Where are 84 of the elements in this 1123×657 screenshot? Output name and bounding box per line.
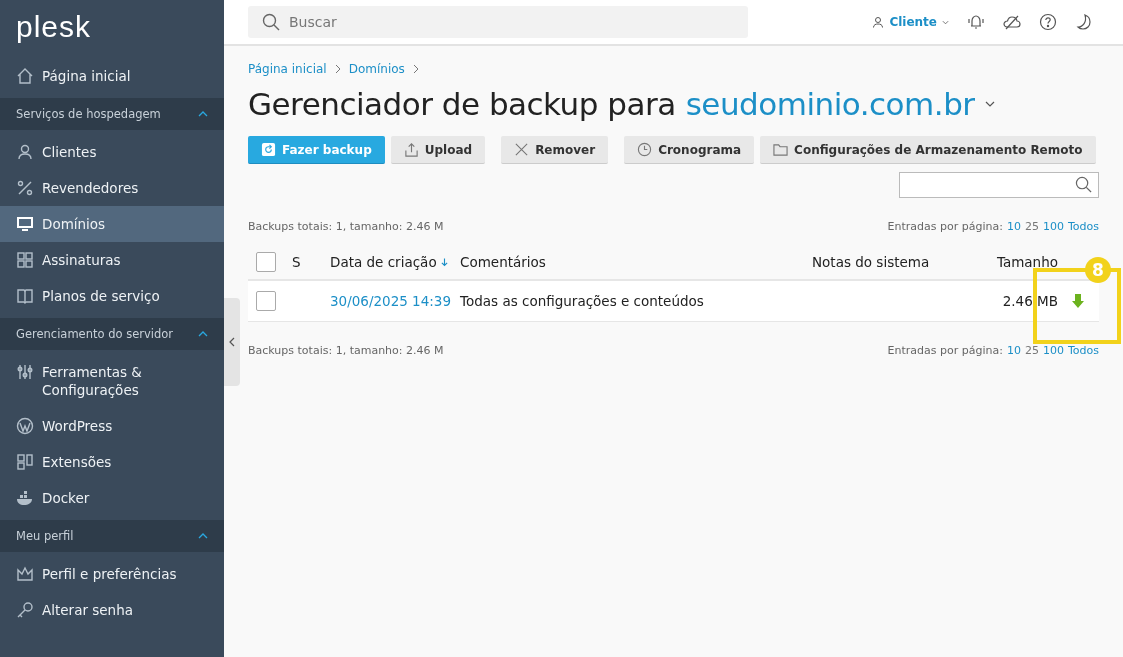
user-icon <box>872 16 885 28</box>
percent-icon <box>16 179 34 197</box>
search-icon <box>1075 176 1092 193</box>
chevron-right-icon <box>334 64 341 74</box>
cloud-icon[interactable] <box>1003 13 1021 31</box>
per-page-option[interactable]: 10 <box>1006 220 1021 233</box>
table-cell: 2.46 MB <box>1002 293 1058 309</box>
search-field[interactable]: Buscar <box>248 6 748 38</box>
user-icon <box>16 143 34 161</box>
clock-icon <box>637 142 653 157</box>
sidebar-item[interactable]: WordPress <box>0 408 224 444</box>
caret-icon <box>942 19 949 25</box>
logo: plesk <box>15 9 93 45</box>
folder-icon <box>773 142 789 157</box>
sidebar-item[interactable]: Revendedores <box>0 170 224 206</box>
blocks-icon <box>16 453 34 471</box>
help-icon[interactable] <box>1039 13 1057 31</box>
refresh-icon <box>261 142 276 157</box>
grid-icon <box>16 251 34 269</box>
toolbar-button[interactable]: Configurações de Armazenamento Remoto <box>760 136 1096 164</box>
per-page-label: Entradas por página: <box>887 220 1003 233</box>
column-header[interactable]: Tamanho <box>996 254 1058 270</box>
home-icon <box>16 67 34 85</box>
sidebar-item[interactable]: Planos de serviço <box>0 278 224 314</box>
column-header[interactable]: Comentários <box>460 254 546 270</box>
column-header[interactable]: Notas do sistema <box>812 254 930 270</box>
sort-arrow-icon <box>440 257 448 267</box>
chevron-icon <box>198 111 208 117</box>
sidebar-item[interactable]: Página inicial <box>0 58 224 94</box>
download-icon[interactable] <box>1071 293 1085 309</box>
sidebar-item[interactable]: Assinaturas <box>0 242 224 278</box>
toolbar-button[interactable]: Remover <box>501 136 609 164</box>
column-header[interactable]: S <box>292 254 301 270</box>
breadcrumb-link[interactable]: Página inicial <box>248 62 327 76</box>
sidebar-item[interactable]: Alterar senha <box>0 592 224 628</box>
sidebar-item[interactable]: Clientes <box>0 134 224 170</box>
per-page-option[interactable]: 100 <box>1042 344 1064 357</box>
chevron-left-icon <box>229 337 235 347</box>
per-page-option[interactable]: Todos <box>1067 344 1099 357</box>
step-badge: 8 <box>1085 257 1111 283</box>
row-checkbox[interactable] <box>256 291 276 311</box>
breadcrumb-link[interactable]: Domínios <box>348 62 405 76</box>
chevron-right-icon <box>412 64 419 74</box>
chevron-icon <box>198 331 208 337</box>
moon-icon[interactable] <box>1075 13 1093 31</box>
backup-summary: Backups totais: 1, tamanho: 2.46 M <box>248 220 444 233</box>
cross-icon <box>514 142 530 157</box>
column-header[interactable]: Data de criação <box>330 254 448 270</box>
crown-icon <box>16 565 34 583</box>
sidebar-collapse-handle[interactable] <box>224 298 240 386</box>
sidebar-item[interactable]: Perfil e preferências <box>0 556 224 592</box>
chevron-icon <box>198 533 208 539</box>
per-page-label: Entradas por página: <box>887 344 1003 357</box>
per-page-option[interactable]: 25 <box>1024 344 1039 357</box>
sidebar-item[interactable]: Ferramentas & Configurações <box>0 354 224 408</box>
toolbar-button[interactable]: Upload <box>390 136 486 164</box>
table-cell: Todas as configurações e conteúdos <box>460 293 704 309</box>
page-title: Gerenciador de backup para <box>248 86 676 122</box>
sidebar-section[interactable]: Meu perfil <box>0 520 224 552</box>
monitor-icon <box>16 215 34 233</box>
per-page-option[interactable]: 10 <box>1006 344 1021 357</box>
sidebar-item[interactable]: Docker <box>0 480 224 516</box>
upload-icon <box>403 142 419 157</box>
wordpress-icon <box>16 417 34 435</box>
caret-icon[interactable] <box>984 101 995 107</box>
user-menu[interactable]: Cliente <box>872 15 949 29</box>
backup-date-link[interactable]: 30/06/2025 14:39 <box>330 293 451 309</box>
sidebar-section[interactable]: Gerenciamento do servidor <box>0 318 224 350</box>
sidebar-section[interactable]: Serviços de hospedagem <box>0 98 224 130</box>
toolbar-button[interactable]: Cronograma <box>624 136 755 164</box>
select-all-checkbox[interactable] <box>256 252 276 272</box>
sidebar-item[interactable]: Domínios <box>0 206 224 242</box>
book-icon <box>16 287 34 305</box>
sidebar-item[interactable]: Extensões <box>0 444 224 480</box>
search-field[interactable] <box>899 172 1099 198</box>
bell-icon[interactable] <box>967 13 985 31</box>
per-page-option[interactable]: Todos <box>1067 220 1099 233</box>
sliders-icon <box>16 363 34 381</box>
per-page-option[interactable]: 25 <box>1024 220 1039 233</box>
search-icon <box>262 13 280 31</box>
backup-summary: Backups totais: 1, tamanho: 2.46 M <box>248 344 444 357</box>
whale-icon <box>16 489 34 507</box>
per-page-option[interactable]: 100 <box>1042 220 1064 233</box>
key-icon <box>16 601 34 619</box>
